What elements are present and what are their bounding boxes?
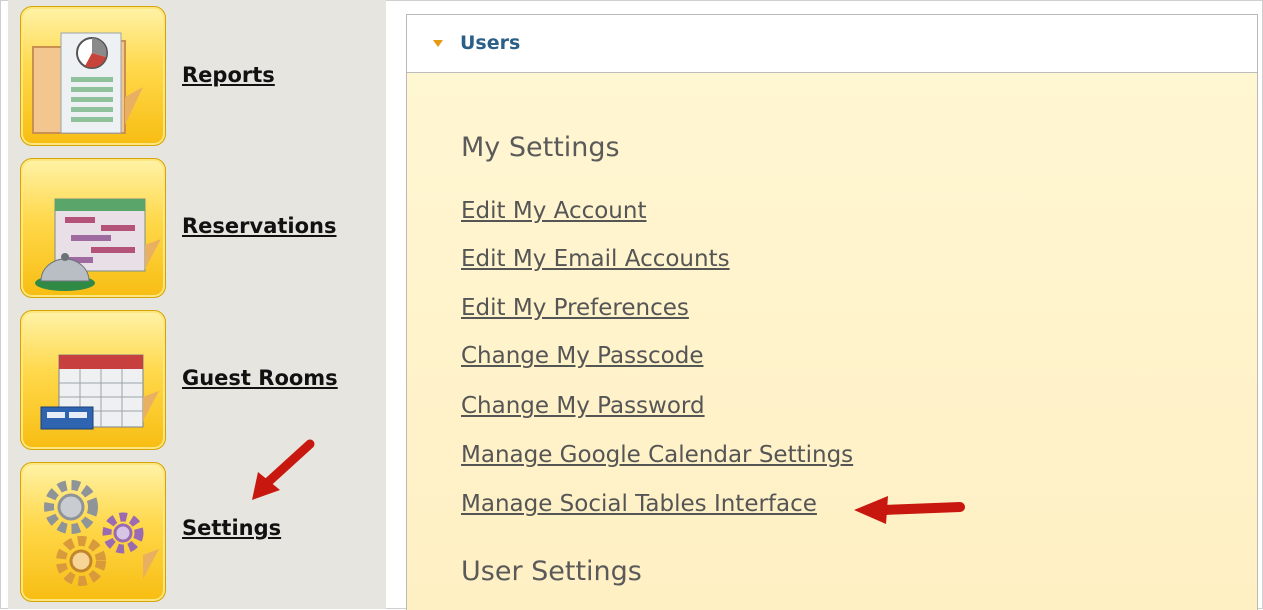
link-manage-social-tables-interface[interactable]: Manage Social Tables Interface — [461, 491, 817, 517]
reports-icon — [32, 32, 143, 134]
link-change-my-password[interactable]: Change My Password — [461, 393, 705, 419]
panel-header[interactable]: Users — [407, 15, 1257, 73]
users-panel: Users My Settings Edit My Account Edit M… — [406, 14, 1258, 610]
sidebar: Reports Reservations Guest Rooms Setting… — [8, 0, 386, 609]
sidebar-item-settings[interactable]: Settings — [8, 456, 386, 604]
link-edit-my-preferences[interactable]: Edit My Preferences — [461, 295, 689, 321]
sidebar-item-reports-label[interactable]: Reports — [182, 63, 275, 87]
link-change-my-passcode[interactable]: Change My Passcode — [461, 343, 704, 369]
settings-tile[interactable] — [20, 462, 166, 602]
sidebar-item-guest-rooms-label[interactable]: Guest Rooms — [182, 366, 338, 390]
section-title-my-settings: My Settings — [461, 132, 620, 163]
settings-gears-icon — [44, 480, 159, 586]
sidebar-item-reservations[interactable]: Reservations — [8, 152, 386, 300]
reports-tile[interactable] — [20, 6, 166, 146]
annotation-arrow-settings — [252, 439, 315, 500]
link-edit-my-account[interactable]: Edit My Account — [461, 198, 646, 224]
collapse-caret-icon[interactable] — [433, 40, 443, 47]
sidebar-item-settings-label[interactable]: Settings — [182, 516, 281, 540]
link-edit-my-email-accounts[interactable]: Edit My Email Accounts — [461, 246, 730, 272]
sidebar-item-reservations-label[interactable]: Reservations — [182, 214, 337, 238]
sidebar-item-reports[interactable]: Reports — [8, 0, 386, 148]
guest-rooms-tile[interactable] — [20, 310, 166, 450]
guest-rooms-icon — [40, 354, 159, 430]
section-title-user-settings: User Settings — [461, 556, 642, 587]
panel-title[interactable]: Users — [460, 32, 520, 54]
link-manage-google-calendar-settings[interactable]: Manage Google Calendar Settings — [461, 442, 853, 468]
sidebar-item-guest-rooms[interactable]: Guest Rooms — [8, 304, 386, 452]
reservations-icon — [35, 198, 161, 291]
reservations-tile[interactable] — [20, 158, 166, 298]
annotation-arrow-social-tables — [854, 496, 965, 524]
